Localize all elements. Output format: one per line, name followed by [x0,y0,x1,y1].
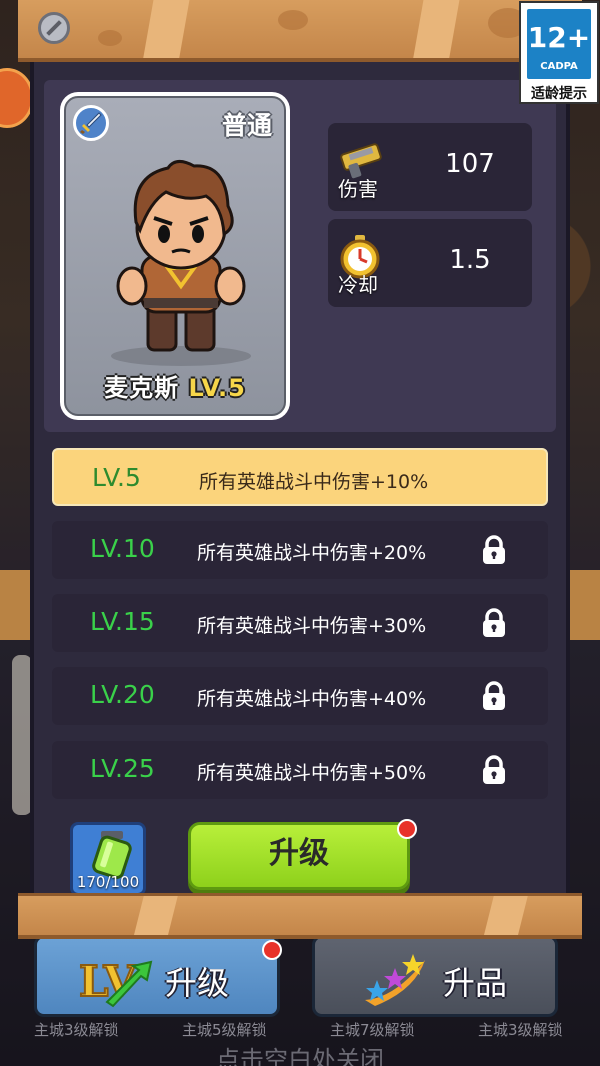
wood-banner-top [18,0,582,62]
notification-dot [262,940,282,960]
lock-icon [480,608,508,642]
level-bonus-row: LV.10 所有英雄战斗中伤害+20% [52,521,548,579]
age-rating-badge: 12+ CADPA 适龄提示 [519,1,599,104]
unlock-requirement: 主城5级解锁 [182,1021,267,1039]
hero-portrait [111,160,251,366]
screw-icon [38,12,70,44]
level-bonus-row: LV.5 所有英雄战斗中伤害+10% [52,448,548,506]
tab-promote[interactable]: 升品 [312,935,558,1017]
level-bonus-desc: 所有英雄战斗中伤害+10% [199,471,429,493]
age-rating-number: 12+ [527,21,591,54]
level-bonus-desc: 所有英雄战斗中伤害+50% [197,762,427,784]
stat-cooldown-label: 冷却 [338,273,378,297]
level-bonus-desc: 所有英雄战斗中伤害+30% [197,615,427,637]
level-bonus-desc: 所有英雄战斗中伤害+40% [197,688,427,710]
upgrade-button[interactable]: 升级 [188,822,410,890]
level-bonus-level: LV.5 [92,463,141,492]
unlock-requirement: 主城3级解锁 [34,1021,119,1039]
tab-upgrade[interactable]: LV 升级 [34,935,280,1017]
close-hint[interactable]: 点击空白处关闭 [0,1040,600,1066]
wood-banner-bottom [18,893,582,939]
tab-upgrade-label: 升级 [165,964,230,1002]
unlock-requirement: 主城3级解锁 [478,1021,563,1039]
stars-icon [355,950,435,1014]
lock-icon [480,755,508,789]
age-rating-icon: 12+ CADPA [527,9,591,79]
lock-icon [480,681,508,715]
sword-icon [73,105,109,141]
stat-cooldown: 冷却 1.5 [328,219,532,307]
notification-dot [397,819,417,839]
level-bonus-desc: 所有英雄战斗中伤害+20% [197,542,427,564]
exp-potion: 170/100 [70,822,146,896]
hero-level: LV.5 [188,374,246,402]
level-bonus-level: LV.10 [90,534,155,563]
hero-name: 麦克斯 [104,374,180,402]
age-rating-tip: 适龄提示 [531,86,587,102]
unlock-requirement: 主城7级解锁 [330,1021,415,1039]
level-bonus-row: LV.20 所有英雄战斗中伤害+40% [52,667,548,725]
stat-damage-label: 伤害 [338,177,378,201]
stat-cooldown-value: 1.5 [449,245,491,275]
level-bonus-level: LV.20 [90,680,155,709]
age-rating-org: CADPA [540,61,578,72]
hero-name-row: 麦克斯 LV.5 [66,368,284,403]
level-up-icon: LV [77,950,157,1014]
tab-promote-label: 升品 [443,964,508,1002]
potion-count: 170/100 [76,873,140,891]
level-bonus-row: LV.15 所有英雄战斗中伤害+30% [52,594,548,652]
hero-card: 普通 麦克斯 LV.5 [60,92,290,420]
stat-damage-value: 107 [445,149,495,179]
level-bonus-row: LV.25 所有英雄战斗中伤害+50% [52,741,548,799]
lock-icon [480,535,508,569]
stat-damage: 伤害 107 [328,123,532,211]
background-card [12,655,32,815]
level-bonus-level: LV.25 [90,754,155,783]
hero-rarity: 普通 [221,111,272,140]
background-wood-band [0,570,30,640]
level-bonus-level: LV.15 [90,607,155,636]
background-wood-band [570,570,600,640]
